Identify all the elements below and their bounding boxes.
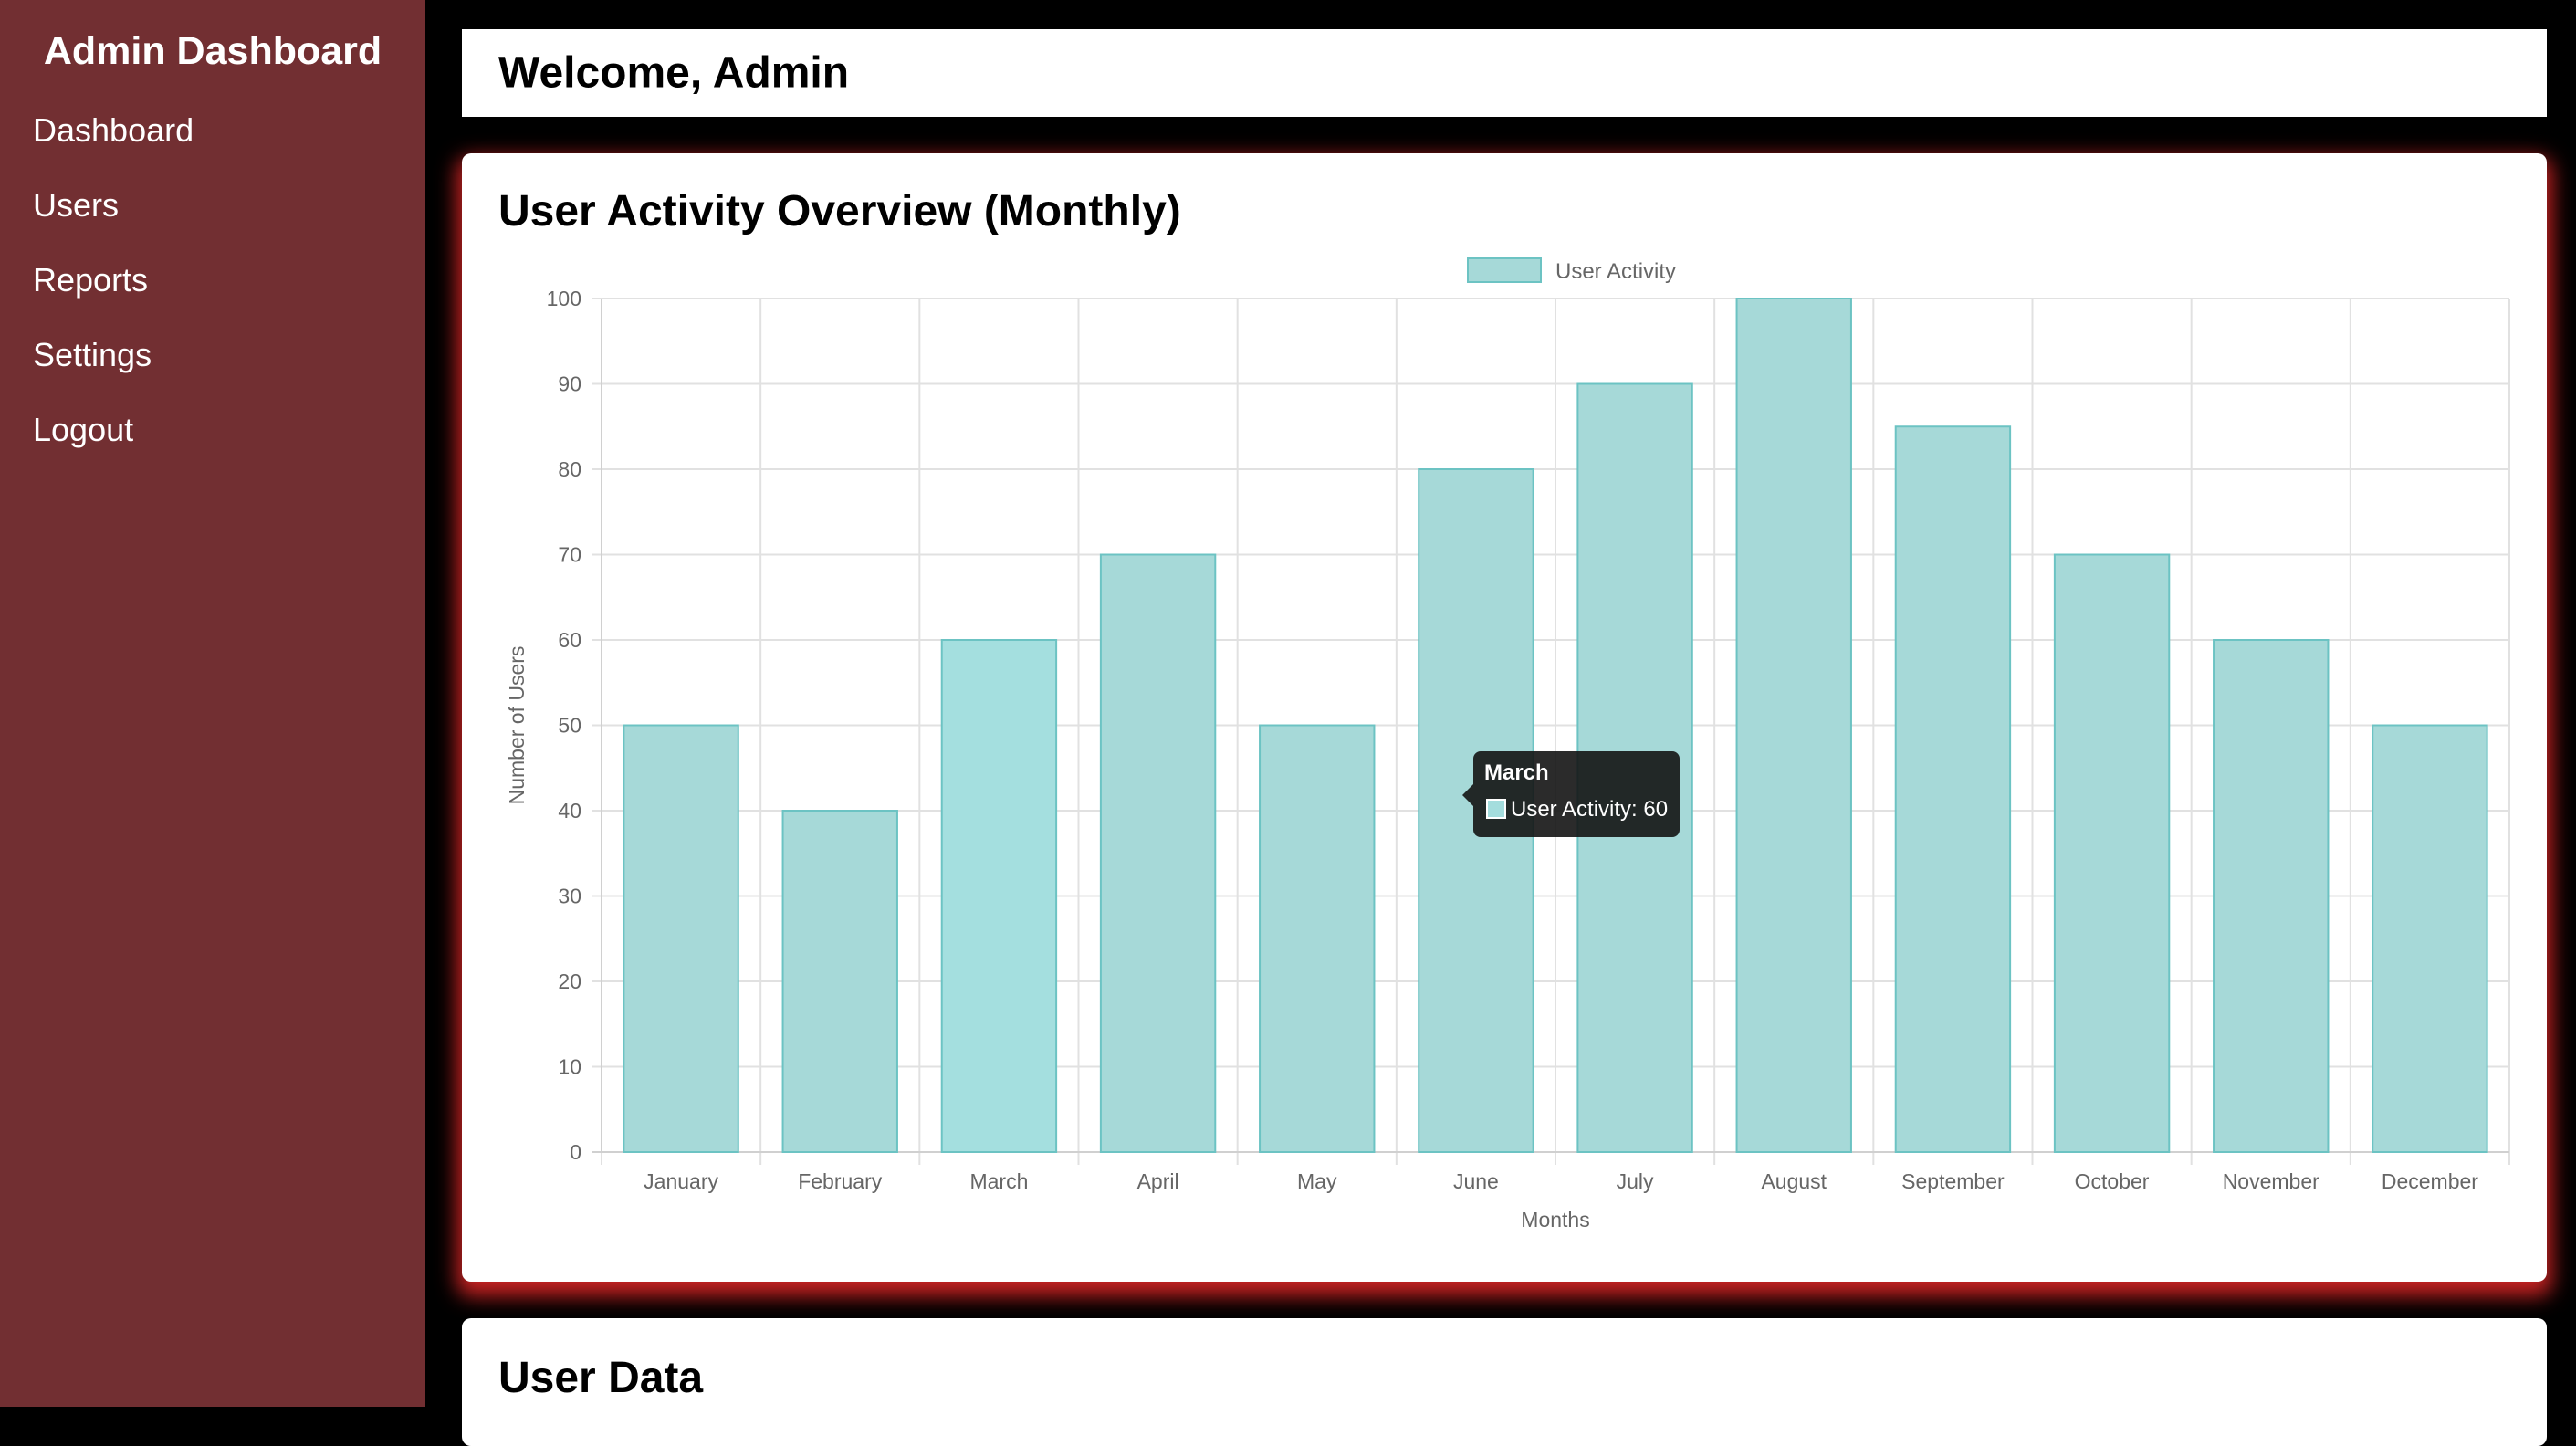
- x-tick-label: July: [1617, 1169, 1654, 1193]
- legend-label: User Activity: [1555, 259, 1676, 284]
- sidebar: Admin Dashboard Dashboard Users Reports …: [0, 0, 425, 1407]
- bar-november: [2213, 639, 2330, 1153]
- bar-april: [1099, 553, 1217, 1153]
- y-tick-label: 60: [558, 628, 581, 652]
- user-data-card: User Data: [462, 1318, 2547, 1446]
- bar-may: [1259, 724, 1376, 1153]
- y-tick-label: 80: [558, 457, 581, 481]
- y-tick-label: 50: [558, 714, 581, 738]
- x-tick-label: October: [2075, 1169, 2150, 1193]
- user-data-title: User Data: [498, 1354, 704, 1402]
- sidebar-item-reports[interactable]: Reports: [33, 258, 148, 302]
- sidebar-item-settings[interactable]: Settings: [33, 333, 152, 377]
- x-tick-label: February: [798, 1169, 883, 1193]
- bar-september: [1894, 425, 2012, 1153]
- y-tick-label: 30: [558, 885, 581, 908]
- y-tick-label: 40: [558, 799, 581, 823]
- user-activity-chart: 0 10 20 30 40 50 60 70 80 90 100 January February Mar…: [505, 257, 2510, 1231]
- bar-january: [623, 724, 739, 1153]
- brand-title: Admin Dashboard: [43, 29, 382, 73]
- welcome-header: Welcome, Admin: [462, 29, 2547, 117]
- x-tick-label: March: [969, 1169, 1028, 1193]
- chart-card: User Activity Overview (Monthly) 0 10 20 30…: [462, 153, 2547, 1282]
- bar-october: [2053, 553, 2171, 1153]
- y-tick-label: 70: [558, 543, 581, 567]
- y-tick-label: 10: [558, 1055, 581, 1079]
- welcome-title: Welcome, Admin: [498, 48, 850, 98]
- y-tick-label: 0: [570, 1140, 581, 1164]
- x-tick-label: September: [1901, 1169, 2005, 1193]
- x-tick-label: May: [1297, 1169, 1337, 1193]
- y-tick-label: 20: [558, 969, 581, 993]
- x-tick-label: November: [2223, 1169, 2319, 1193]
- sidebar-item-dashboard[interactable]: Dashboard: [33, 109, 194, 152]
- legend-swatch: [1467, 257, 1542, 283]
- x-tick-label: August: [1761, 1169, 1827, 1193]
- chart-tooltip: March User Activity: 60: [1462, 751, 1680, 837]
- tooltip-label: User Activity: 60: [1511, 797, 1669, 822]
- bar-december: [2372, 724, 2488, 1153]
- x-tick-label: December: [2382, 1169, 2478, 1193]
- y-tick-label: 100: [547, 287, 581, 310]
- bar-august: [1735, 298, 1852, 1153]
- x-tick-label: April: [1137, 1169, 1179, 1193]
- tooltip-swatch: [1486, 799, 1506, 819]
- sidebar-item-users[interactable]: Users: [33, 183, 119, 227]
- x-tick-label: January: [644, 1169, 718, 1193]
- x-axis-title: Months: [1521, 1208, 1589, 1231]
- y-axis-title: Number of Users: [505, 646, 529, 805]
- tooltip-title: March: [1484, 760, 1549, 785]
- sidebar-item-logout[interactable]: Logout: [33, 408, 133, 452]
- bar-march: [940, 639, 1058, 1153]
- bar-february: [781, 810, 898, 1153]
- x-tick-label: June: [1453, 1169, 1499, 1193]
- y-tick-label: 90: [558, 372, 581, 396]
